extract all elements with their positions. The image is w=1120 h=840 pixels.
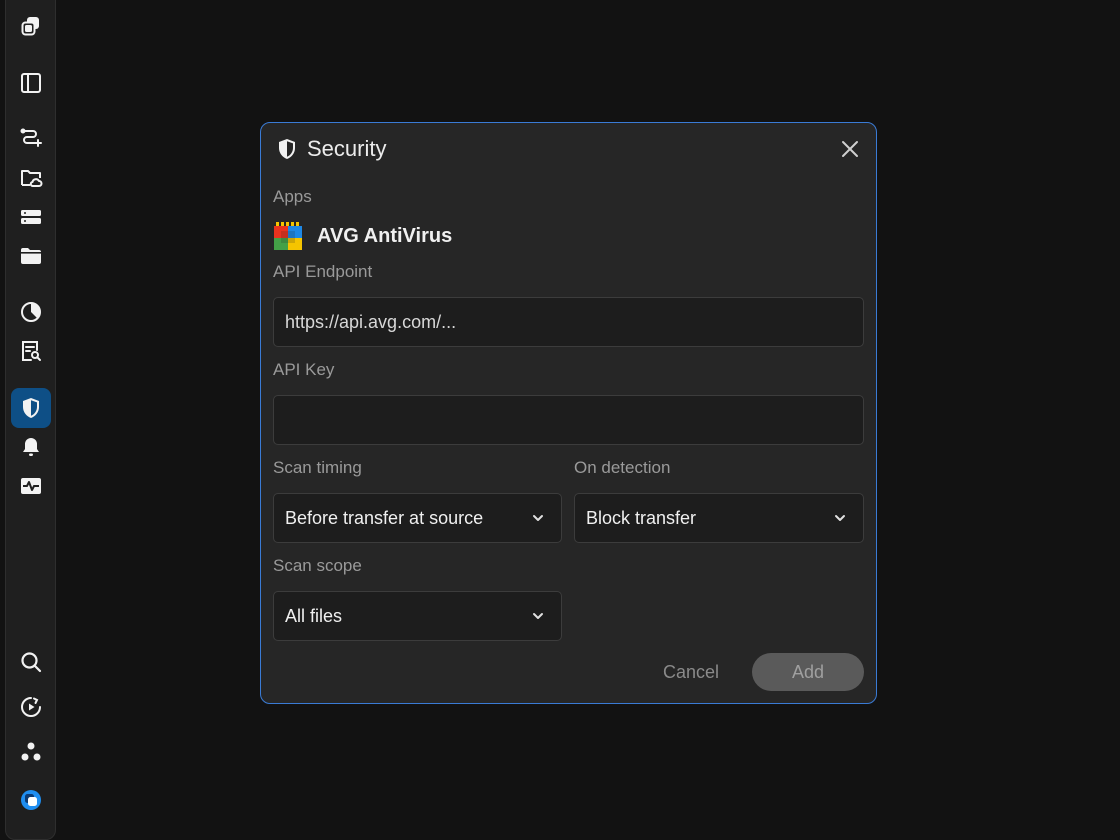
sidebar (5, 0, 56, 840)
api-key-label: API Key (273, 360, 335, 379)
dialog-title: Security (307, 136, 387, 161)
apps-label: Apps (273, 187, 312, 206)
security-dialog: Security Apps AVG AntiVirus API Endpoint… (260, 122, 877, 704)
api-key-input[interactable] (273, 395, 864, 445)
close-icon[interactable] (838, 137, 862, 161)
scan-scope-label: Scan scope (273, 556, 362, 575)
chevron-down-icon (530, 510, 546, 526)
panel-toggle-icon[interactable] (11, 63, 51, 103)
api-endpoint-input[interactable]: https://api.avg.com/... (273, 297, 864, 347)
cloud-folder-icon[interactable] (11, 158, 51, 198)
chevron-down-icon (530, 608, 546, 624)
avg-logo-icon (273, 221, 303, 251)
dialog-header: Security (275, 135, 386, 163)
on-detection-value: Block transfer (586, 507, 697, 528)
scan-timing-value: Before transfer at source (285, 507, 484, 528)
on-detection-label: On detection (574, 458, 671, 477)
search-icon[interactable] (11, 642, 51, 682)
add-button[interactable]: Add (752, 653, 864, 691)
monitoring-icon[interactable] (11, 466, 51, 506)
transfers-icon[interactable] (11, 117, 51, 157)
scan-scope-select[interactable]: All files (273, 591, 562, 641)
api-endpoint-value: https://api.avg.com/... (285, 311, 457, 332)
logs-icon[interactable] (11, 331, 51, 371)
community-icon[interactable] (11, 732, 51, 772)
selected-app: AVG AntiVirus (273, 221, 452, 251)
app-logo-icon[interactable] (11, 6, 51, 46)
folder-icon[interactable] (11, 236, 51, 276)
security-icon[interactable] (11, 388, 51, 428)
on-detection-select[interactable]: Block transfer (574, 493, 864, 543)
api-endpoint-label: API Endpoint (273, 262, 373, 281)
notifications-icon[interactable] (11, 427, 51, 467)
brand-icon[interactable] (11, 780, 51, 820)
servers-icon[interactable] (11, 197, 51, 237)
scan-scope-value: All files (285, 605, 343, 626)
chevron-down-icon (832, 510, 848, 526)
automation-icon[interactable] (11, 687, 51, 727)
cancel-button[interactable]: Cancel (646, 653, 736, 691)
scan-timing-label: Scan timing (273, 458, 362, 477)
scan-timing-select[interactable]: Before transfer at source (273, 493, 562, 543)
reports-icon[interactable] (11, 292, 51, 332)
app-name: AVG AntiVirus (317, 224, 453, 247)
shield-icon (275, 137, 299, 161)
